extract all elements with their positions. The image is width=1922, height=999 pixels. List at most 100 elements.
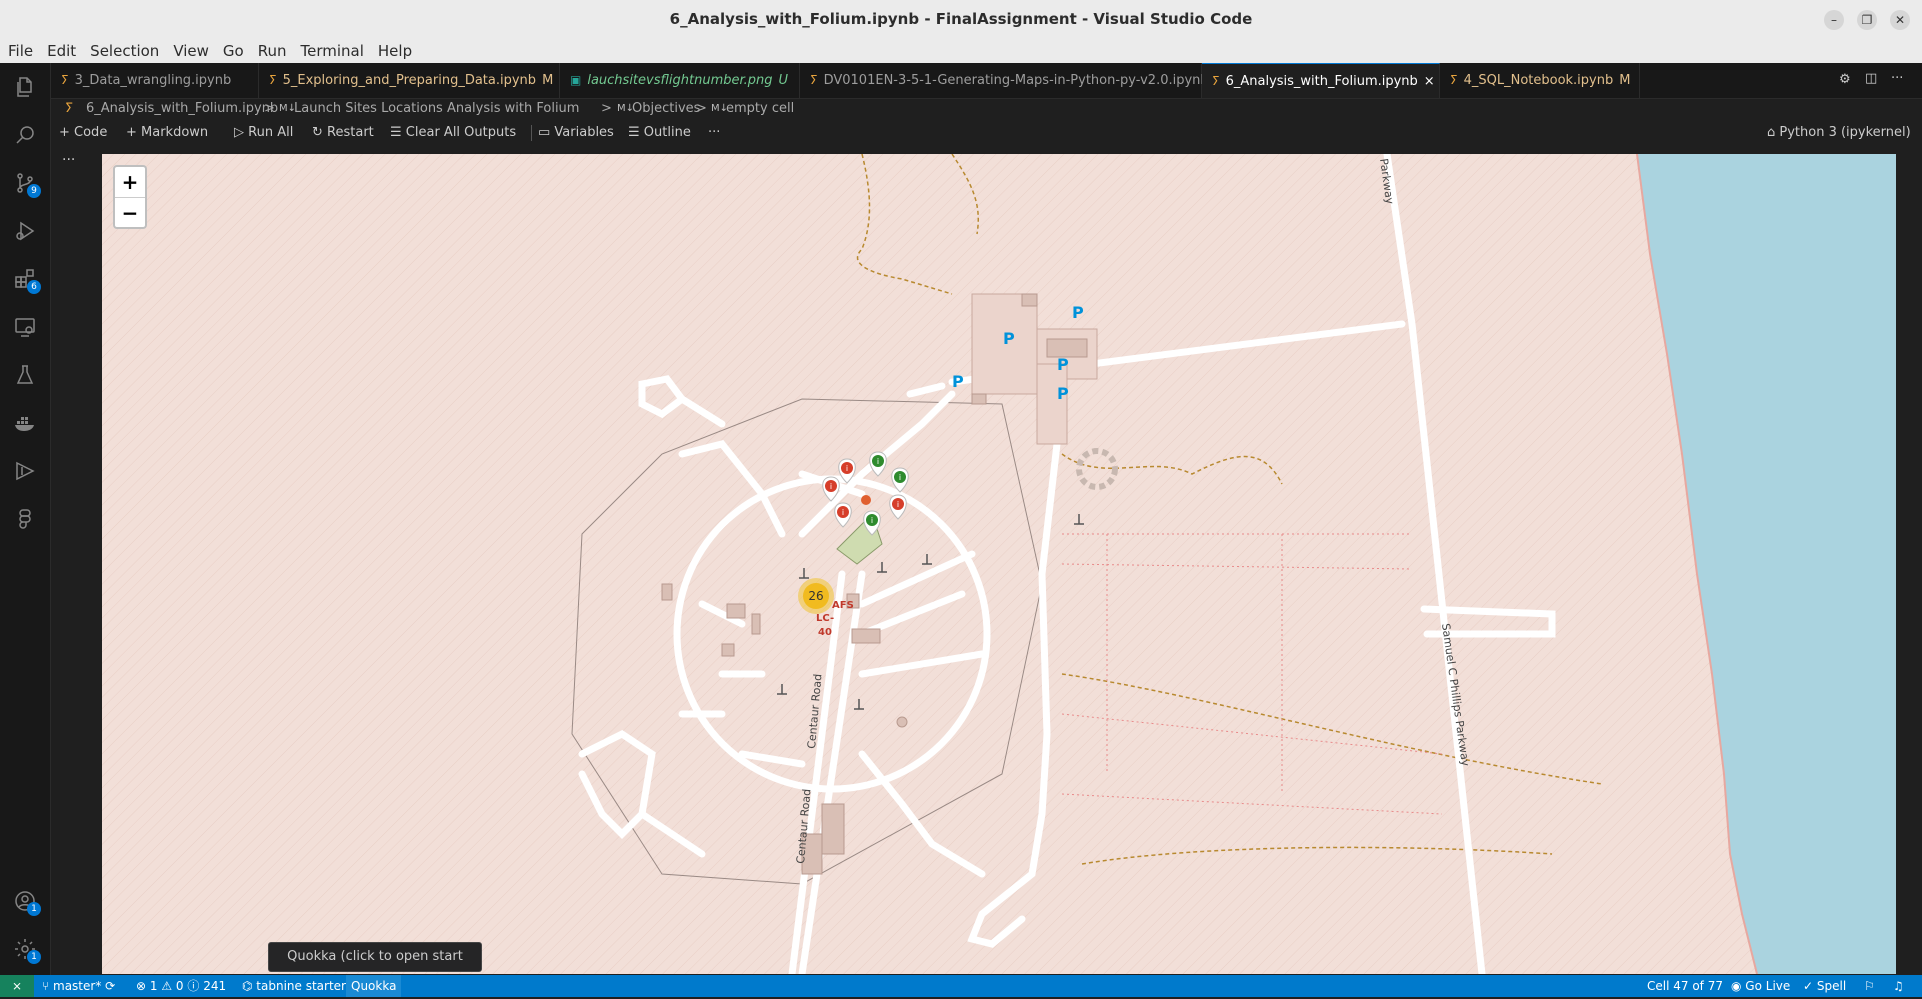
menu-terminal[interactable]: Terminal — [294, 40, 371, 63]
cell-indicator[interactable]: Cell 47 of 77 — [1647, 975, 1723, 997]
jupyter-icon[interactable] — [13, 459, 37, 483]
more-actions-icon[interactable]: ··· — [1891, 71, 1903, 86]
problems-indicator[interactable]: ⊗ 1 ⚠ 0 ⓘ 241 — [136, 975, 226, 997]
zoom-out-button[interactable]: − — [115, 198, 145, 228]
notebook-icon: ⵢ — [65, 101, 74, 116]
menu-go[interactable]: Go — [216, 40, 251, 63]
cell-more-button[interactable]: ··· — [62, 152, 75, 168]
error-icon: ⊗ — [136, 979, 150, 993]
breadcrumb-heading-3[interactable]: empty cell — [726, 99, 794, 119]
tabnine-status[interactable]: ⌬ tabnine starter — [242, 975, 346, 997]
folium-map[interactable]: P P P P P Parkway Samuel C Phillips Park… — [102, 154, 1896, 974]
explorer-icon[interactable] — [13, 75, 37, 99]
breadcrumb-file[interactable]: 6_Analysis_with_Folium.ipynb — [86, 99, 278, 119]
tab-modified-indicator: M — [1619, 73, 1631, 88]
close-window-button[interactable]: ✕ — [1890, 10, 1910, 30]
clear-outputs-label: Clear All Outputs — [405, 125, 517, 140]
menu-file[interactable]: File — [1, 40, 40, 63]
variables-label: Variables — [554, 125, 614, 140]
source-control-icon[interactable]: 9 — [13, 171, 41, 198]
menu-help[interactable]: Help — [371, 40, 419, 63]
settings-gear-icon[interactable]: 1 — [13, 937, 41, 964]
git-branch[interactable]: ⑂ master* ⟳ — [42, 975, 115, 997]
run-all-button[interactable]: ▷ Run All — [234, 120, 293, 146]
tab-exploring-data[interactable]: ⵢ 5_Exploring_and_Preparing_Data.ipynb M — [259, 63, 560, 98]
feedback-icon[interactable]: ⚐ — [1864, 975, 1875, 997]
menu-edit[interactable]: Edit — [40, 40, 83, 63]
map-canvas[interactable]: P P P P P Parkway Samuel C Phillips Park… — [102, 154, 1896, 974]
breadcrumb-heading-1[interactable]: Launch Sites Locations Analysis with Fol… — [294, 99, 579, 119]
zoom-in-button[interactable]: + — [115, 167, 145, 198]
restart-button[interactable]: ↻ Restart — [312, 120, 374, 146]
menu-selection[interactable]: Selection — [83, 40, 166, 63]
accounts-icon[interactable]: 1 — [13, 889, 41, 916]
breadcrumb-separator: > — [264, 101, 275, 116]
notifications-bell-icon[interactable]: ♫ — [1893, 975, 1904, 997]
testing-icon[interactable] — [13, 363, 37, 387]
notebook-icon: ⵢ — [1450, 73, 1458, 87]
info-icon: ⓘ — [183, 979, 204, 993]
minimize-button[interactable]: – — [1824, 10, 1844, 30]
tab-generating-maps[interactable]: ⵢ DV0101EN-3-5-1-Generating-Maps-in-Pytho… — [800, 63, 1209, 98]
figma-icon[interactable] — [13, 507, 37, 531]
sync-icon: ⟳ — [101, 979, 116, 993]
split-editor-icon[interactable]: ◫ — [1865, 71, 1877, 86]
site-label-lc: LC- — [816, 613, 834, 624]
run-all-icon: ▷ — [234, 125, 249, 140]
add-code-button[interactable]: + Code — [59, 120, 107, 146]
add-markdown-button[interactable]: + Markdown — [126, 120, 208, 146]
tab-sql-notebook[interactable]: ⵢ 4_SQL_Notebook.ipynb M — [1440, 63, 1640, 98]
restart-label: Restart — [327, 125, 374, 140]
docker-icon[interactable] — [13, 411, 37, 435]
tab-label: DV0101EN-3-5-1-Generating-Maps-in-Python… — [823, 73, 1209, 88]
svg-text:i: i — [842, 508, 844, 517]
tab-untracked-indicator: U — [778, 73, 789, 88]
breadcrumb-heading-2[interactable]: Objectives — [632, 99, 700, 119]
tabnine-label: tabnine starter — [256, 979, 346, 993]
kernel-picker[interactable]: ⌂ Python 3 (ipykernel) — [1767, 120, 1911, 146]
go-live-button[interactable]: ◉ Go Live — [1731, 975, 1790, 997]
tab-analysis-with-folium[interactable]: ⵢ 6_Analysis_with_Folium.ipynb × — [1202, 63, 1440, 98]
svg-text:i: i — [846, 464, 848, 473]
parking-lot — [1036, 363, 1068, 445]
variables-button[interactable]: ▭ Variables — [538, 120, 614, 146]
window-title: 6_Analysis_with_Folium.ipynb - FinalAssi… — [669, 10, 1253, 28]
menu-view[interactable]: View — [166, 40, 216, 63]
settings-badge: 1 — [27, 950, 41, 964]
spell-label: Spell — [1816, 979, 1847, 993]
outline-icon: ☰ — [628, 125, 644, 140]
notebook-icon: ⵢ — [1212, 74, 1220, 88]
tab-label: 6_Analysis_with_Folium.ipynb — [1225, 74, 1418, 89]
quokka-status[interactable]: Quokka — [346, 975, 402, 997]
run-debug-icon[interactable] — [13, 219, 37, 243]
menu-bar: File Edit Selection View Go Run Terminal Help — [0, 40, 1922, 63]
toolbar-more-button[interactable]: ··· — [708, 120, 720, 146]
svg-text:i: i — [897, 500, 899, 509]
remote-explorer-icon[interactable] — [13, 315, 37, 339]
notebook-toolbar: + Code + Markdown ▷ Run All ↻ Restart ☰ … — [51, 120, 1922, 146]
maximize-button[interactable]: ❐ — [1857, 10, 1877, 30]
add-markdown-label: Markdown — [141, 125, 209, 140]
remote-indicator-icon[interactable]: ⨯ — [0, 975, 34, 997]
clear-outputs-button[interactable]: ☰ Clear All Outputs — [390, 120, 516, 146]
status-bar: ⨯ ⑂ master* ⟳ ⊗ 1 ⚠ 0 ⓘ 241 ⌬ tabnine st… — [0, 975, 1922, 997]
extensions-icon[interactable]: 6 — [13, 267, 41, 294]
toolbar-divider — [531, 125, 532, 141]
tab-modified-indicator: M — [542, 73, 554, 88]
tab-label: 4_SQL_Notebook.ipynb — [1463, 73, 1614, 88]
warning-count: 0 — [175, 979, 184, 993]
svg-text:i: i — [830, 482, 832, 491]
tab-data-wrangling[interactable]: ⵢ 3_Data_wrangling.ipynb — [51, 63, 259, 98]
notebook-icon: ⵢ — [810, 73, 818, 87]
menu-run[interactable]: Run — [251, 40, 294, 63]
tab-label: lauchsitevsflightnumber.png — [587, 73, 773, 88]
tab-close-icon[interactable]: × — [1424, 74, 1435, 89]
parking-label: P — [1072, 303, 1084, 322]
gear-icon[interactable]: ⚙ — [1839, 72, 1851, 87]
breadcrumb: ⵢ 6_Analysis_with_Folium.ipynb > M↓ Laun… — [51, 99, 1922, 119]
spell-check-status[interactable]: ✓ Spell — [1803, 975, 1846, 997]
parking-label: P — [1057, 355, 1069, 374]
outline-button[interactable]: ☰ Outline — [628, 120, 691, 146]
search-icon[interactable] — [13, 123, 37, 147]
tab-png-image[interactable]: ▣ lauchsitevsflightnumber.png U — [560, 63, 800, 98]
